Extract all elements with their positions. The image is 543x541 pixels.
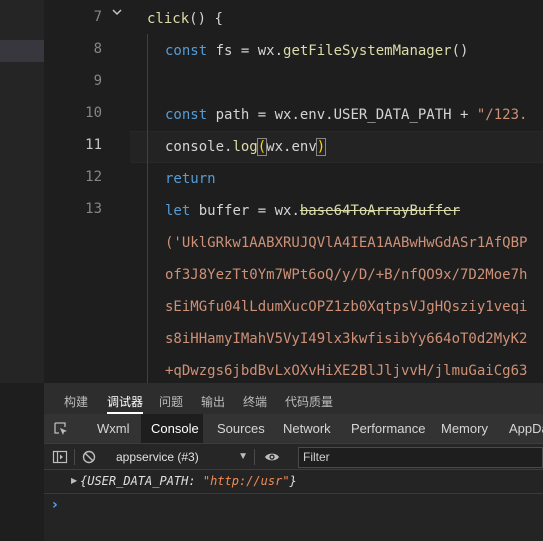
line-number: 9 <box>93 73 102 89</box>
explorer-selected-item[interactable] <box>0 40 44 62</box>
tab-sources[interactable]: Sources <box>217 414 265 443</box>
devtools-tool-tabs: Wxml Console Sources Network Performance… <box>44 414 543 444</box>
code-line-base64-3: sEiMGfu04lLdumXucOPZ1zb0XqtpsVJgHQsziy1v… <box>165 299 528 315</box>
line-number: 13 <box>85 201 102 217</box>
code-line-11: console.log(wx.env) <box>165 138 327 156</box>
tab-wxml[interactable]: Wxml <box>97 414 137 443</box>
panel-tab-bar: 构建 调试器 问题 输出 终端 代码质量 <box>44 383 543 414</box>
line-number-active: 11 <box>85 137 102 153</box>
code-line-7: click() { <box>147 11 223 27</box>
console-prompt[interactable]: › <box>52 497 58 513</box>
console-filter-input[interactable]: Filter <box>298 447 543 468</box>
code-line-base64-2: of3J8YezTt0Ym7WPt6oQ/y/D/+B/nfQO9x/7D2Mo… <box>165 267 528 283</box>
code-line-12: return <box>165 171 216 187</box>
code-line-base64-4: s8iHHamyIMahV5VyI49lx3kwfisibYy664oT0d2M… <box>165 331 528 347</box>
code-line-10: const path = wx.env.USER_DATA_PATH + "/1… <box>165 107 528 123</box>
clear-console-icon[interactable] <box>81 449 97 465</box>
logged-object: {USER_DATA_PATH: "http://usr"} <box>80 474 297 488</box>
tab-memory[interactable]: Memory <box>441 414 488 443</box>
expand-triangle-icon[interactable]: ▶ <box>71 476 77 485</box>
tab-code-quality[interactable]: 代码质量 <box>285 383 333 414</box>
tab-performance[interactable]: Performance <box>351 414 425 443</box>
console-output: ▶ {USER_DATA_PATH: "http://usr"} › <box>44 470 543 541</box>
inspect-element-icon[interactable] <box>53 421 69 437</box>
tab-problems[interactable]: 问题 <box>159 383 183 414</box>
explorer-strip <box>0 0 44 383</box>
line-number: 7 <box>93 9 102 25</box>
tab-build[interactable]: 构建 <box>64 383 88 414</box>
dropdown-arrow-icon: ▼ <box>238 451 248 462</box>
eye-icon[interactable] <box>264 449 280 465</box>
context-selector[interactable]: appservice (#3) ▼ <box>116 444 248 470</box>
code-line-base64-1: ('UklGRkw1AABXRUJQVlA4IEA1AABwHwGdASr1Af… <box>165 235 528 251</box>
line-number: 10 <box>85 105 102 121</box>
line-number: 12 <box>85 169 102 185</box>
console-toolbar: appservice (#3) ▼ Filter <box>44 444 543 470</box>
tab-appdata[interactable]: AppData <box>509 414 543 443</box>
chevron-down-icon[interactable] <box>110 4 124 18</box>
tab-output[interactable]: 输出 <box>201 383 225 414</box>
toolbar-divider <box>74 449 75 465</box>
line-number: 8 <box>93 41 102 57</box>
code-line-8: const fs = wx.getFileSystemManager() <box>165 43 469 59</box>
sidebar-toggle-icon[interactable] <box>52 449 68 465</box>
code-editor[interactable]: 7 8 9 10 11 12 13 click() { const fs = w… <box>44 0 543 383</box>
tab-console[interactable]: Console <box>141 414 203 443</box>
devtools-panel: 构建 调试器 问题 输出 终端 代码质量 Wxml Console Source… <box>44 383 543 541</box>
code-area[interactable]: click() { const fs = wx.getFileSystemMan… <box>130 0 543 383</box>
tab-debugger[interactable]: 调试器 <box>107 383 144 414</box>
tab-network[interactable]: Network <box>283 414 331 443</box>
console-log-entry[interactable]: ▶ {USER_DATA_PATH: "http://usr"} <box>44 470 543 494</box>
toolbar-divider <box>254 449 255 465</box>
context-selector-value: appservice (#3) <box>116 450 199 464</box>
line-number-gutter: 7 8 9 10 11 12 13 <box>44 0 130 383</box>
code-line-base64-5: +qDwzgs6jbdBvLxOXvHiXE2BlJljvvH/jlmuGaiC… <box>165 363 528 379</box>
code-line-13: let buffer = wx.base64ToArrayBuffer <box>165 203 461 219</box>
tab-terminal[interactable]: 终端 <box>243 383 267 414</box>
